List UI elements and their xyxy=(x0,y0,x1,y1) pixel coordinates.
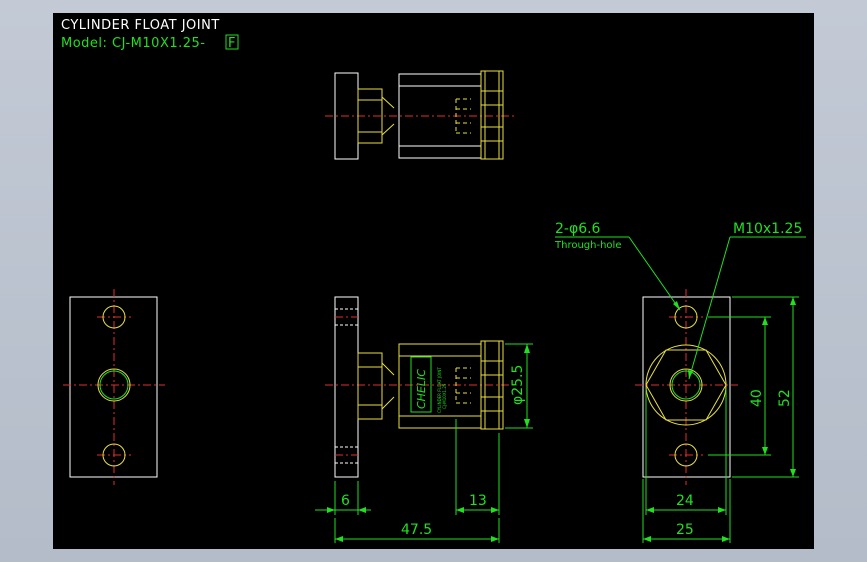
dim-flange-thickness: 6 xyxy=(341,493,350,509)
dim-hole-pitch: 40 xyxy=(749,389,765,407)
cad-drawing: CYLINDER FLOAT JOINT Model: CJ-M10X1.25-… xyxy=(61,18,806,543)
dim-flange-width: 25 xyxy=(676,522,694,538)
top-view xyxy=(325,70,515,160)
dim-nut-width: 13 xyxy=(469,493,487,509)
front-flange xyxy=(334,296,359,478)
model-label: Model: CJ-M10X1.25- xyxy=(61,36,205,51)
thread-callout: M10x1.25 xyxy=(733,221,802,237)
drawing-title: CYLINDER FLOAT JOINT xyxy=(61,18,220,33)
dim-overall-length: 47.5 xyxy=(401,522,432,538)
holes-note: Through-hole xyxy=(554,240,621,251)
brand-line2: CJ-M10X1.25 xyxy=(442,383,447,409)
model-suffix: F xyxy=(228,36,236,51)
front-view: CHELIC CYLINDER FLOAT JOINT CJ-M10X1.25 … xyxy=(315,296,533,543)
dim-body-diameter: φ25.5 xyxy=(510,365,526,405)
front-hex-nut xyxy=(357,352,383,420)
drawing-canvas: CYLINDER FLOAT JOINT Model: CJ-M10X1.25-… xyxy=(53,13,814,549)
top-end-nut xyxy=(480,70,504,160)
right-view: 2-φ6.6 Through-hole M10x1.25 40 52 24 25 xyxy=(554,221,806,543)
dim-hex-across: 24 xyxy=(676,493,694,509)
brand-mark: CHELIC xyxy=(415,369,428,409)
dim-flange-height: 52 xyxy=(777,389,793,407)
holes-callout: 2-φ6.6 xyxy=(555,221,601,237)
brand-logo: CHELIC xyxy=(415,369,428,409)
left-view xyxy=(63,289,165,485)
